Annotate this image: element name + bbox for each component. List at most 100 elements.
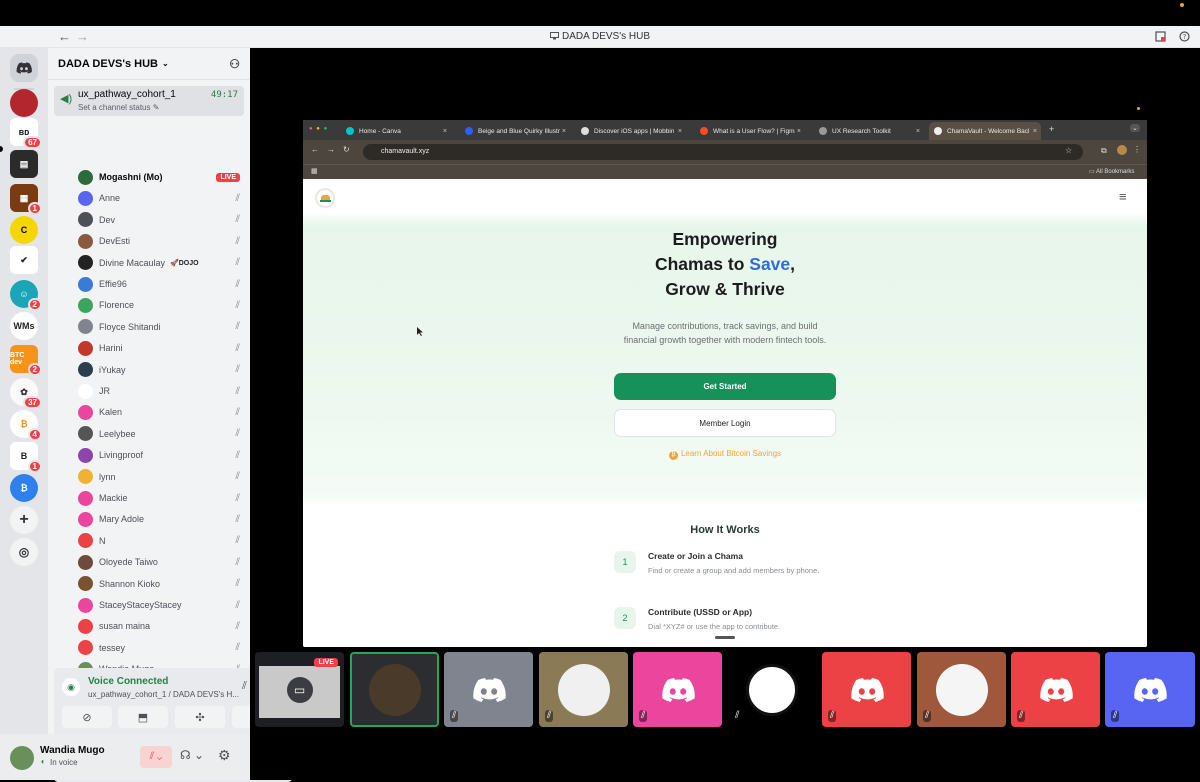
profile-icon[interactable] [1117,145,1127,155]
participant-tile[interactable]: ⫽ [917,652,1006,727]
headphones-icon[interactable]: ☊ ⌄ [180,748,204,762]
server-icon-12[interactable]: B1 [10,442,42,473]
screen-share-icon: ⬒ [137,711,149,724]
browser-tab[interactable]: Home - Canva × [341,122,451,140]
browser-tab[interactable]: ChamaVault - Welcome Back × [929,122,1041,140]
close-icon[interactable]: × [443,128,447,135]
server-icon-11[interactable]: ₿ 4 [10,410,42,441]
member-row[interactable]: Mary Adole ⫽ [78,509,240,529]
member-row[interactable]: tessey ⫽ [78,638,240,658]
camera-off-button[interactable]: ⊘ [62,706,112,728]
participant-tile[interactable]: ⫽ [1105,652,1195,727]
muted-icon: ⫽ [235,342,240,354]
server-icon-6[interactable]: ✔ [10,246,38,274]
browser-tab[interactable]: Beige and Blue Quirky Illustr... × [460,122,570,140]
guild-header[interactable]: DADA DEVS's HUB ⌄ ⚇ [48,48,250,80]
add-server-icon[interactable]: + [10,506,38,534]
activities-button[interactable]: ✣ [175,706,225,728]
server-icon-5[interactable]: C [10,216,38,244]
member-row[interactable]: Leelybee ⫽ [78,424,240,444]
mute-button[interactable]: ⫽ ⌄ [140,746,172,768]
extensions-icon[interactable]: ⧉ [1101,146,1107,156]
participant-tile[interactable]: ⫽ [727,652,816,727]
close-icon[interactable]: × [1033,128,1037,135]
member-row[interactable]: iYukay ⫽ [78,360,240,380]
participant-tile[interactable]: ⫽ [444,652,533,727]
member-row[interactable]: DevEsti ⫽ [78,231,240,251]
server-icon-10[interactable]: ✿ 37 [10,378,42,409]
close-icon[interactable]: × [797,128,801,135]
close-icon[interactable]: × [678,128,682,135]
member-row[interactable]: Effie96 ⫽ [78,274,240,294]
menu-icon[interactable]: ⋮ [1133,145,1141,154]
help-icon[interactable]: ? [1179,31,1190,42]
member-row[interactable]: StaceyStaceyStacey ⫽ [78,595,240,615]
browser-tab[interactable]: UX Research Toolkit × [814,122,924,140]
discover-icon[interactable]: ◎ [10,538,38,566]
member-row[interactable]: Anne ⫽ [78,188,240,208]
gear-icon[interactable]: ⚙ [218,747,231,764]
new-tab-icon[interactable]: + [1049,124,1054,134]
server-icon-wms[interactable]: WMs [10,312,38,340]
participant-tile[interactable] [350,652,439,727]
discord-home-icon[interactable] [10,54,38,82]
server-icon-1[interactable] [10,89,38,117]
avatar[interactable] [10,746,34,770]
all-bookmarks[interactable]: ▭ All Bookmarks [1089,168,1134,175]
add-member-icon[interactable]: ⚇ [229,57,240,71]
participant-tile[interactable]: ⫽ [539,652,628,727]
noise-suppression-icon[interactable]: ⫽ [242,680,247,693]
bitcoin-link[interactable]: ₿ Learn About Bitcoin Savings [614,449,836,460]
user-name[interactable]: Wandia Mugo [40,745,105,756]
member-row[interactable]: Mackie ⫽ [78,488,240,508]
stream-tile[interactable]: LIVE ▭ [255,652,344,727]
share-screen-button[interactable]: ⬒ [118,706,168,728]
apps-icon[interactable]: ▦ [311,167,318,175]
server-icon-7[interactable]: ☺ 2 [10,280,42,311]
tab-favicon-icon [581,127,589,135]
member-row[interactable]: Oloyede Taiwo ⫽ [78,552,240,572]
member-row[interactable]: N ⫽ [78,531,240,551]
member-row[interactable]: Divine Macaulay 🚀DOJO ⫽ [78,253,240,273]
close-icon[interactable]: × [562,128,566,135]
address-bar[interactable]: chamavault.xyz [363,144,1083,160]
tab-search-icon[interactable]: ⌄ [1130,124,1140,132]
site-logo[interactable] [315,188,335,208]
member-row[interactable]: JR ⫽ [78,381,240,401]
voice-channel-row[interactable]: ◀) ux_pathway_cohort_1 49:17 Set a chann… [54,86,244,116]
shared-screen[interactable]: ● ● ● Home - Canva × Beige and Blue Quirky… [303,120,1147,647]
member-row[interactable]: Kalen ⫽ [78,402,240,422]
member-row[interactable]: Florence ⫽ [78,295,240,315]
voice-connected-subtitle[interactable]: ux_pathway_cohort_1 / DADA DEVS's H... [88,690,239,699]
member-row[interactable]: Harini ⫽ [78,338,240,358]
close-icon[interactable]: × [916,128,920,135]
participant-photo [557,663,610,716]
member-login-button[interactable]: Member Login [614,409,836,437]
member-row[interactable]: Dev ⫽ [78,210,240,230]
hamburger-icon[interactable]: ≡ [1119,189,1127,204]
scroll-handle[interactable] [715,636,735,639]
channel-status-prompt[interactable]: Set a channel status ✎ [78,103,159,112]
member-row[interactable]: Mogashni (Mo) LIVE [78,167,240,187]
muted-icon: ⫽ [235,278,240,290]
server-icon-btc[interactable]: BTC dev 2 [10,345,42,376]
inbox-icon[interactable] [1155,31,1166,42]
star-icon[interactable]: ☆ [1065,146,1072,155]
participant-tile[interactable]: ⫽ [822,652,911,727]
server-icon-4[interactable]: ▦ 1 [10,184,42,215]
participant-tile[interactable]: ⫽ [633,652,722,727]
server-icon-2[interactable]: ʙᴅ 67 [10,118,42,149]
member-row[interactable]: Floyce Shitandi ⫽ [78,317,240,337]
get-started-button[interactable]: Get Started [614,373,836,400]
member-row[interactable]: lynn ⫽ [78,467,240,487]
member-row[interactable]: Livingproof ⫽ [78,445,240,465]
member-row[interactable]: susan maina ⫽ [78,616,240,636]
member-row[interactable]: Shannon Kioko ⫽ [78,574,240,594]
browser-nav-icons[interactable]: ←→↻ [311,145,358,154]
server-icon-13[interactable]: ₿ [10,474,38,502]
voice-connected-label[interactable]: Voice Connected [88,676,168,687]
server-icon-3[interactable]: ▤ [10,150,38,178]
browser-tab[interactable]: Discover iOS apps | Mobbin × [576,122,686,140]
participant-tile[interactable]: ⫽ [1011,652,1100,727]
browser-tab[interactable]: What is a User Flow? | Figma × [695,122,805,140]
